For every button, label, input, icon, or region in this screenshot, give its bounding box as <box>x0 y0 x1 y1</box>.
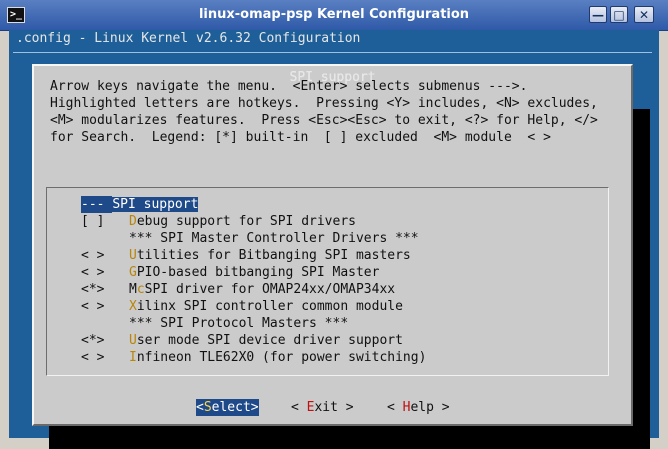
close-icon: ✕ <box>638 8 650 22</box>
item-hotkey: G <box>129 265 137 280</box>
menu-item-bitbang-utilities[interactable]: < > Utilities for Bitbanging SPI masters <box>81 247 426 264</box>
menuconfig-dialog: SPI support Arrow keys navigate the menu… <box>32 64 633 426</box>
menu-item-debug-spi[interactable]: [ ] Debug support for SPI drivers <box>81 213 426 230</box>
help-line: for Search. Legend: [*] built-in [ ] exc… <box>50 130 551 145</box>
help-line: Arrow keys navigate the menu. <Enter> se… <box>50 79 528 94</box>
item-state[interactable]: < > <box>81 349 129 366</box>
menu-item-gpio-bitbang[interactable]: < > GPIO-based bitbanging SPI Master <box>81 264 426 281</box>
item-label: GPIO-based bitbanging SPI Master <box>129 265 379 280</box>
help-button[interactable]: < Help > <box>387 399 450 416</box>
item-text: ilinx SPI controller common module <box>136 299 403 314</box>
window-title: linux-omap-psp Kernel Configuration <box>198 7 470 22</box>
button-bar: <Select> < Exit > < Help > <box>34 399 631 419</box>
item-hotkey: S <box>112 197 121 212</box>
item-label: SPI support <box>112 197 199 212</box>
item-label: McSPI driver for OMAP24xx/OMAP34xx <box>129 282 395 297</box>
item-label: Utilities for Bitbanging SPI masters <box>129 248 411 263</box>
select-button[interactable]: <Select> <box>196 399 259 416</box>
item-text: PIO-based bitbanging SPI Master <box>136 265 380 280</box>
header-divider <box>13 52 652 53</box>
item-state[interactable]: < > <box>81 247 129 264</box>
help-line: Highlighted letters are hotkeys. Pressin… <box>50 96 598 111</box>
config-header: .config - Linux Kernel v2.6.32 Configura… <box>16 31 361 46</box>
menu-list: --- SPI support [ ] Debug support for SPI… <box>81 196 426 366</box>
menu-item-user-mode-spi[interactable]: <*> User mode SPI device driver support <box>81 332 426 349</box>
menu-item-spi-support[interactable]: --- SPI support <box>81 196 426 213</box>
button-bracket: > <box>433 400 450 415</box>
item-state[interactable]: --- <box>81 196 113 213</box>
button-label: elp <box>410 400 434 415</box>
item-label: User mode SPI device driver support <box>129 333 403 348</box>
item-text: ser mode SPI device driver support <box>136 333 403 348</box>
close-button[interactable]: ✕ <box>634 6 654 23</box>
button-label: xit <box>314 400 338 415</box>
item-state[interactable]: < > <box>81 298 129 315</box>
item-text-prefix: M <box>129 282 137 297</box>
button-bracket: < <box>387 400 403 415</box>
item-label: Infineon TLE62X0 (for power switching) <box>129 350 426 365</box>
button-bracket: < <box>291 400 307 415</box>
item-text: ebug support for SPI drivers <box>136 214 356 229</box>
item-text: nfineon TLE62X0 (for power switching) <box>136 350 427 365</box>
item-hotkey: D <box>129 214 137 229</box>
button-bracket: < <box>196 400 204 415</box>
help-text: Arrow keys navigate the menu. <Enter> se… <box>50 78 598 146</box>
maximize-icon: □ <box>613 8 625 22</box>
item-hotkey: U <box>129 248 137 263</box>
item-text: tilities for Bitbanging SPI masters <box>136 248 411 263</box>
item-state[interactable]: <*> <box>81 332 129 349</box>
item-state[interactable]: < > <box>81 264 129 281</box>
item-text: PI support <box>120 197 199 212</box>
menu-item-mcspi-omap[interactable]: <*> McSPI driver for OMAP24xx/OMAP34xx <box>81 281 426 298</box>
button-bracket: > <box>337 400 354 415</box>
item-label: Xilinx SPI controller common module <box>129 299 403 314</box>
item-label: Debug support for SPI drivers <box>129 214 356 229</box>
item-state[interactable]: <*> <box>81 281 129 298</box>
minimize-icon: — <box>592 8 604 22</box>
terminal-area[interactable]: .config - Linux Kernel v2.6.32 Configura… <box>9 30 659 449</box>
item-hotkey: X <box>129 299 137 314</box>
help-line: <M> modularizes features. Press <Esc><Es… <box>50 113 598 128</box>
maximize-button[interactable]: □ <box>610 6 628 23</box>
menu-comment-protocol-masters: *** SPI Protocol Masters *** <box>81 315 426 332</box>
item-hotkey: c <box>136 282 145 297</box>
exit-button[interactable]: < Exit > <box>291 399 354 416</box>
comment-text: *** SPI Protocol Masters *** <box>129 316 349 331</box>
menu-comment-master-drivers: *** SPI Master Controller Drivers *** <box>81 230 426 247</box>
button-hotkey: S <box>203 400 212 415</box>
item-hotkey: I <box>129 350 137 365</box>
item-state[interactable]: [ ] <box>81 213 129 230</box>
menu-item-xilinx-spi[interactable]: < > Xilinx SPI controller common module <box>81 298 426 315</box>
comment-text: *** SPI Master Controller Drivers *** <box>129 231 419 246</box>
item-text: SPI driver for OMAP24xx/OMAP34xx <box>144 282 396 297</box>
item-hotkey: U <box>129 333 137 348</box>
button-label: elect <box>211 400 251 415</box>
minimize-button[interactable]: — <box>589 6 607 23</box>
menu-item-infineon-tle62x0[interactable]: < > Infineon TLE62X0 (for power switching… <box>81 349 426 366</box>
button-bracket: > <box>250 400 259 415</box>
menu-box: --- SPI support [ ] Debug support for SPI… <box>46 187 609 376</box>
window-titlebar[interactable]: >_ linux-omap-psp Kernel Configuration —… <box>0 0 668 31</box>
